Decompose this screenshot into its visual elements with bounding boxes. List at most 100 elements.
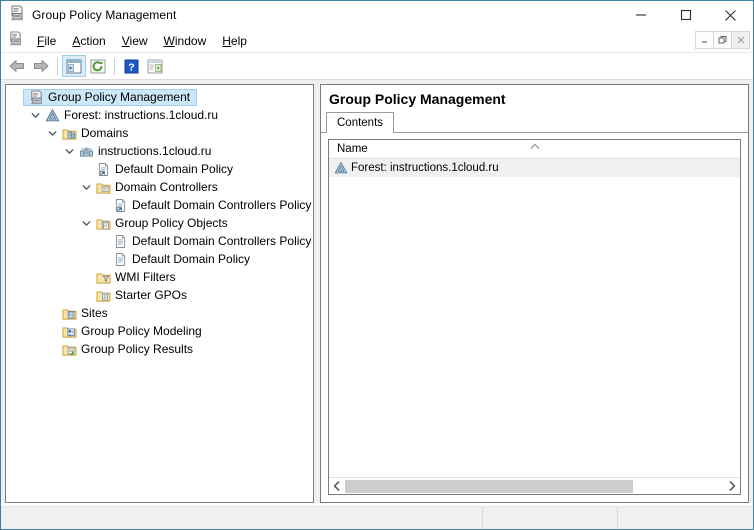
mdi-restore-button[interactable] bbox=[713, 31, 732, 49]
list-view[interactable]: Name Forest: instructions.1cloud.ru bbox=[328, 139, 741, 495]
gpo-icon bbox=[111, 234, 129, 249]
tree-node-label: Group Policy Modeling bbox=[81, 324, 205, 338]
main-body: Group Policy Management Forest: instructi… bbox=[1, 80, 753, 503]
tree-node-content: Sites bbox=[60, 306, 111, 321]
minimize-button[interactable] bbox=[618, 1, 663, 29]
tree-node-content: Domains bbox=[60, 126, 131, 141]
menu-item-file[interactable]: File bbox=[29, 31, 64, 51]
chevron-down-icon[interactable] bbox=[61, 147, 77, 156]
tree-node-content: Group Policy Management bbox=[23, 89, 197, 106]
column-header-name[interactable]: Name bbox=[329, 140, 740, 158]
tree-node[interactable]: Forest: instructions.1cloud.ru bbox=[6, 106, 313, 124]
tree-node-label: Group Policy Objects bbox=[115, 216, 231, 230]
column-header-name-label: Name bbox=[337, 143, 368, 155]
mdi-minimize-button[interactable] bbox=[695, 31, 714, 49]
list-item[interactable]: Forest: instructions.1cloud.ru bbox=[329, 159, 740, 177]
chevron-right-icon[interactable] bbox=[724, 479, 740, 494]
tree-node[interactable]: Domains bbox=[6, 124, 313, 142]
title-bar: Group Policy Management bbox=[1, 1, 753, 29]
scrollbar-track[interactable] bbox=[345, 479, 724, 494]
gpo-folder-icon bbox=[94, 216, 112, 231]
svg-text:?: ? bbox=[128, 61, 134, 73]
menu-item-action[interactable]: Action bbox=[64, 31, 113, 51]
wmi-filter-folder-icon bbox=[94, 270, 112, 285]
tree-node[interactable]: Group Policy Objects bbox=[6, 214, 313, 232]
tree-node-content: Group Policy Objects bbox=[94, 216, 231, 231]
tree-node[interactable]: Group Policy Management bbox=[6, 88, 313, 106]
tree-pane[interactable]: Group Policy Management Forest: instructi… bbox=[5, 84, 314, 503]
tree-node[interactable]: Default Domain Controllers Policy bbox=[6, 196, 313, 214]
status-segment-2 bbox=[483, 507, 618, 529]
menu-rest-action: ction bbox=[80, 34, 105, 48]
tree-node-label: Default Domain Controllers Policy bbox=[132, 198, 313, 212]
tree-node-content: Starter GPOs bbox=[94, 288, 190, 303]
tree-node[interactable]: Sites bbox=[6, 304, 313, 322]
list-view-header: Name bbox=[329, 140, 740, 159]
refresh-button[interactable] bbox=[86, 55, 110, 77]
tree-node[interactable]: Default Domain Policy bbox=[6, 250, 313, 268]
tree-node-content: Forest: instructions.1cloud.ru bbox=[43, 108, 221, 123]
tree-node-label: Sites bbox=[81, 306, 111, 320]
menu-rest-help: elp bbox=[231, 34, 247, 48]
tree-node-content: instructions.1cloud.ru bbox=[77, 144, 214, 159]
tree-view[interactable]: Group Policy Management Forest: instructi… bbox=[6, 85, 313, 502]
menu-item-help[interactable]: Help bbox=[214, 31, 255, 51]
sites-folder-icon bbox=[60, 306, 78, 321]
status-bar bbox=[1, 506, 753, 529]
tree-node[interactable]: instructions.1cloud.ru bbox=[6, 142, 313, 160]
horizontal-scrollbar[interactable] bbox=[329, 477, 740, 494]
toolbar-separator-2 bbox=[114, 58, 115, 75]
tree-node-content: Group Policy Results bbox=[60, 342, 196, 357]
tree-node[interactable]: WMI Filters bbox=[6, 268, 313, 286]
menu-rest-file: ile bbox=[44, 34, 56, 48]
tree-node-label: Default Domain Controllers Policy bbox=[132, 234, 313, 248]
mdi-close-button bbox=[731, 31, 750, 49]
tree-node[interactable]: Domain Controllers bbox=[6, 178, 313, 196]
chevron-down-icon[interactable] bbox=[78, 219, 94, 228]
tree-node-label: Domains bbox=[81, 126, 131, 140]
caption-button-group bbox=[618, 1, 753, 29]
toolbar: ? bbox=[1, 53, 753, 80]
tree-node-label: Group Policy Results bbox=[81, 342, 196, 356]
results-icon bbox=[60, 342, 78, 357]
tree-node-content: Group Policy Modeling bbox=[60, 324, 205, 339]
chevron-down-icon[interactable] bbox=[78, 183, 94, 192]
tree-node-content: Default Domain Policy bbox=[111, 252, 253, 267]
tree-node-label: Starter GPOs bbox=[115, 288, 190, 302]
show-hide-tree-button[interactable] bbox=[62, 55, 86, 77]
maximize-button[interactable] bbox=[663, 1, 708, 29]
tree-node-label: Group Policy Management bbox=[48, 90, 193, 105]
close-button[interactable] bbox=[708, 1, 753, 29]
help-button[interactable]: ? bbox=[119, 55, 143, 77]
menu-item-window[interactable]: Window bbox=[156, 31, 215, 51]
tree-node[interactable]: Default Domain Policy bbox=[6, 160, 313, 178]
gpmc-icon bbox=[9, 5, 25, 26]
page-title: Group Policy Management bbox=[321, 85, 748, 112]
chevron-down-icon[interactable] bbox=[27, 111, 43, 120]
menu-item-view[interactable]: View bbox=[114, 31, 156, 51]
chevron-left-icon[interactable] bbox=[329, 479, 345, 494]
back-button[interactable] bbox=[5, 55, 29, 77]
tree-node-label: Default Domain Policy bbox=[115, 162, 236, 176]
tree-node-label: Default Domain Policy bbox=[132, 252, 253, 266]
list-item-label: Forest: instructions.1cloud.ru bbox=[351, 162, 499, 174]
domains-folder-icon bbox=[60, 126, 78, 141]
main-window: Group Policy Management File Act bbox=[0, 0, 754, 530]
chevron-down-icon[interactable] bbox=[44, 129, 60, 138]
gpo-icon bbox=[111, 252, 129, 267]
export-list-button[interactable] bbox=[143, 55, 167, 77]
forward-button[interactable] bbox=[29, 55, 53, 77]
tab-contents[interactable]: Contents bbox=[326, 112, 394, 133]
scrollbar-thumb[interactable] bbox=[345, 480, 633, 493]
tree-node[interactable]: Group Policy Results bbox=[6, 340, 313, 358]
tree-node-content: Domain Controllers bbox=[94, 180, 221, 195]
tree-node[interactable]: Group Policy Modeling bbox=[6, 322, 313, 340]
ou-folder-icon bbox=[94, 180, 112, 195]
menu-accel-view: V bbox=[122, 34, 130, 48]
tree-node-label: WMI Filters bbox=[115, 270, 179, 284]
toolbar-separator bbox=[57, 58, 58, 75]
list-view-rows[interactable]: Forest: instructions.1cloud.ru bbox=[329, 159, 740, 477]
status-segment-3 bbox=[618, 507, 753, 529]
tree-node[interactable]: Default Domain Controllers Policy bbox=[6, 232, 313, 250]
tree-node[interactable]: Starter GPOs bbox=[6, 286, 313, 304]
